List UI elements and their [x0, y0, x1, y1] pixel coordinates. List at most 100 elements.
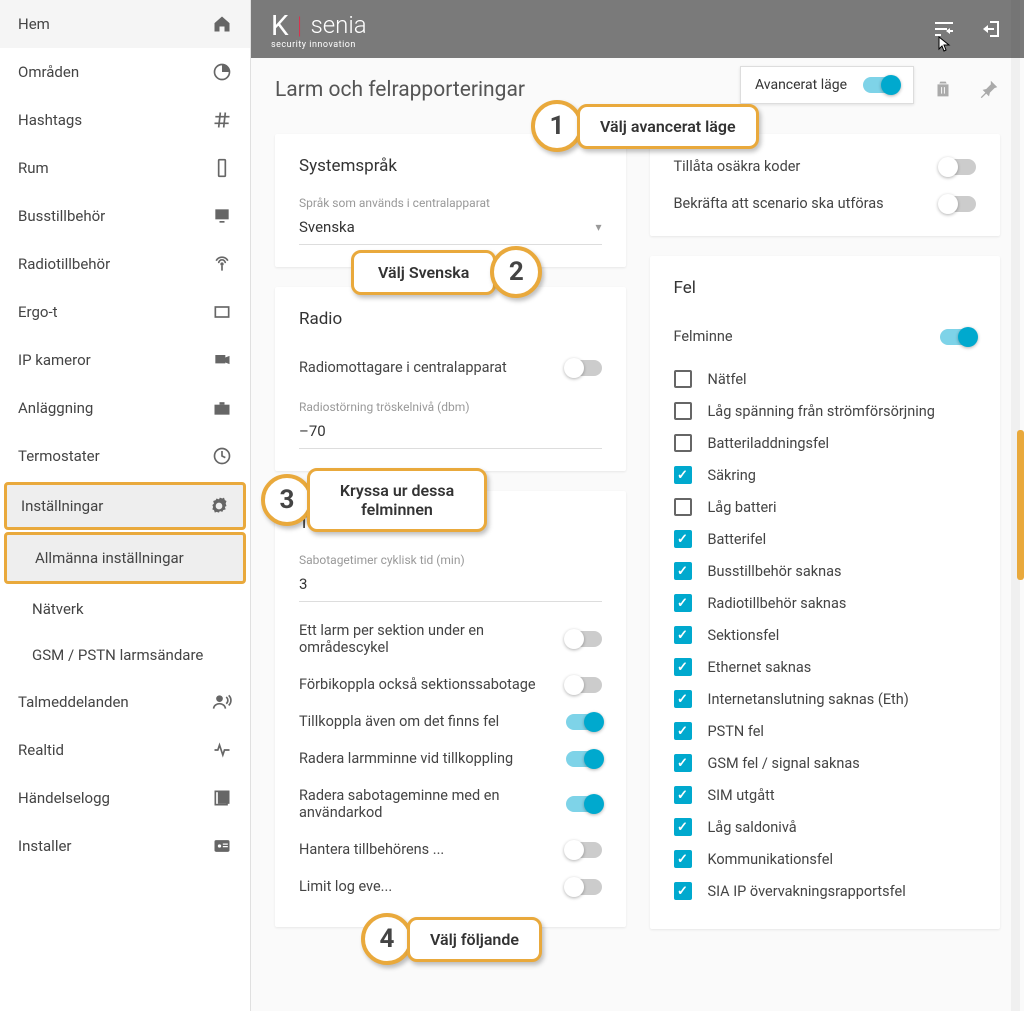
- fel-check-10[interactable]: Internetanslutning saknas (Eth): [674, 683, 977, 715]
- language-select[interactable]: Svenska ▾: [299, 214, 602, 245]
- scrollbar-thumb[interactable]: [1017, 430, 1024, 580]
- fel-check-16[interactable]: SIA IP övervakningsrapportsfel: [674, 875, 977, 907]
- arming-toggle-4[interactable]: [566, 796, 602, 812]
- cursor-icon: [938, 36, 954, 56]
- radio-noise-value[interactable]: –70: [299, 418, 602, 449]
- fel-label: Nätfel: [708, 371, 747, 388]
- fel-label: Internetanslutning saknas (Eth): [708, 691, 909, 708]
- sabotage-timer-value[interactable]: 3: [299, 571, 602, 602]
- monitor-icon: [212, 206, 232, 226]
- fel-check-6[interactable]: Busstillbehör saknas: [674, 555, 977, 587]
- checkbox-icon: [674, 498, 692, 516]
- phone-icon: [212, 158, 232, 178]
- fel-check-13[interactable]: SIM utgått: [674, 779, 977, 811]
- briefcase-icon: [212, 398, 232, 418]
- fel-check-3[interactable]: Säkring: [674, 459, 977, 491]
- fel-label: Sektionsfel: [708, 627, 780, 644]
- arming-card: Tillkoppling Sabotagetimer cyklisk tid (…: [275, 491, 626, 927]
- sidebar-item-termostater[interactable]: Termostater: [0, 432, 250, 480]
- sidebar-item-inst-llningar[interactable]: Inställningar: [4, 482, 246, 530]
- fel-check-8[interactable]: Sektionsfel: [674, 619, 977, 651]
- checkbox-icon: [674, 882, 692, 900]
- sidebar-item-talmeddelanden[interactable]: Talmeddelanden: [0, 678, 250, 726]
- arming-toggle-2[interactable]: [566, 714, 602, 730]
- fel-check-5[interactable]: Batterifel: [674, 523, 977, 555]
- sidebar-item-radiotillbeh-r[interactable]: Radiotillbehör: [0, 240, 250, 288]
- rect-icon: [212, 302, 232, 322]
- arming-row-label: Hantera tillbehörens ...: [299, 841, 554, 858]
- fel-label: Batterifel: [708, 531, 767, 548]
- checkbox-icon: [674, 370, 692, 388]
- camera-icon: [212, 350, 232, 370]
- fel-check-2[interactable]: Batteriladdningsfel: [674, 427, 977, 459]
- fel-check-1[interactable]: Låg spänning från strömförsörjning: [674, 395, 977, 427]
- fel-check-14[interactable]: Låg saldonivå: [674, 811, 977, 843]
- sidebar-item-busstillbeh-r[interactable]: Busstillbehör: [0, 192, 250, 240]
- fel-check-15[interactable]: Kommunikationsfel: [674, 843, 977, 875]
- checkbox-icon: [674, 626, 692, 644]
- speak-icon: [212, 692, 232, 712]
- felminne-toggle[interactable]: [940, 329, 976, 345]
- checkbox-icon: [674, 434, 692, 452]
- fel-check-4[interactable]: Låg batteri: [674, 491, 977, 523]
- language-card: Systemspråk Språk som används i centrala…: [275, 134, 626, 267]
- delete-icon[interactable]: [932, 78, 954, 100]
- sidebar-item-anl-ggning[interactable]: Anläggning: [0, 384, 250, 432]
- sidebar-item-n-tverk[interactable]: Nätverk: [0, 586, 250, 632]
- home-icon: [212, 14, 232, 34]
- log-icon: [212, 788, 232, 808]
- radio-receiver-toggle[interactable]: [566, 360, 602, 376]
- arming-toggle-5[interactable]: [566, 842, 602, 858]
- sidebar-item-ip-kameror[interactable]: IP kameror: [0, 336, 250, 384]
- sidebar-item-hem[interactable]: Hem: [0, 0, 250, 48]
- fel-label: Radiotillbehör saknas: [708, 595, 847, 612]
- fel-card: Fel Felminne NätfelLåg spänning från str…: [650, 256, 1001, 929]
- security-row-label: Bekräfta att scenario ska utföras: [674, 195, 929, 212]
- sidebar-item-omr-den[interactable]: Områden: [0, 48, 250, 96]
- arming-row-label: Tillkoppla även om det finns fel: [299, 713, 554, 730]
- arming-toggle-0[interactable]: [566, 631, 602, 647]
- sabotage-timer-label: Sabotagetimer cyklisk tid (min): [299, 553, 602, 567]
- fel-check-11[interactable]: PSTN fel: [674, 715, 977, 747]
- radio-icon: [212, 254, 232, 274]
- sidebar-item-rum[interactable]: Rum: [0, 144, 250, 192]
- arming-toggle-6[interactable]: [566, 879, 602, 895]
- sidebar-item-installer[interactable]: Installer: [0, 822, 250, 870]
- arming-toggle-1[interactable]: [566, 677, 602, 693]
- logout-icon[interactable]: [980, 17, 1004, 41]
- fel-label: Batteriladdningsfel: [708, 435, 830, 452]
- logo: K ｜ senia security innovation: [271, 9, 367, 50]
- fel-label: Låg batteri: [708, 499, 777, 516]
- fel-label: Låg saldonivå: [708, 819, 797, 836]
- security-toggle-0[interactable]: [940, 159, 976, 175]
- sidebar-item-ergo-t[interactable]: Ergo-t: [0, 288, 250, 336]
- arming-toggle-3[interactable]: [566, 751, 602, 767]
- arming-row-label: Radera larmminne vid tillkoppling: [299, 750, 554, 767]
- fel-label: Ethernet saknas: [708, 659, 812, 676]
- arming-row-label: Ett larm per sektion under en områdescyk…: [299, 622, 554, 656]
- advanced-mode-toggle[interactable]: [863, 77, 899, 93]
- sidebar-item-hashtags[interactable]: Hashtags: [0, 96, 250, 144]
- fel-check-7[interactable]: Radiotillbehör saknas: [674, 587, 977, 619]
- pin-icon[interactable]: [978, 78, 1000, 100]
- arming-row-label: Limit log eve...: [299, 878, 554, 895]
- sidebar-item-allm-nna-inst-llningar[interactable]: Allmänna inställningar: [4, 532, 246, 584]
- fel-label: Kommunikationsfel: [708, 851, 834, 868]
- security-toggle-1[interactable]: [940, 196, 976, 212]
- checkbox-icon: [674, 818, 692, 836]
- arming-row-label: Förbikoppla också sektionssabotage: [299, 676, 554, 693]
- fel-label: PSTN fel: [708, 723, 764, 740]
- fel-check-9[interactable]: Ethernet saknas: [674, 651, 977, 683]
- sidebar-item-gsm-pstn-larms-ndare[interactable]: GSM / PSTN larmsändare: [0, 632, 250, 678]
- sidebar-item-h-ndelselogg[interactable]: Händelselogg: [0, 774, 250, 822]
- fel-check-12[interactable]: GSM fel / signal saknas: [674, 747, 977, 779]
- checkbox-icon: [674, 466, 692, 484]
- badge-icon: [212, 836, 232, 856]
- fel-check-0[interactable]: Nätfel: [674, 363, 977, 395]
- security-row-label: Tillåta osäkra koder: [674, 158, 929, 175]
- fel-label: Säkring: [708, 467, 756, 484]
- checkbox-icon: [674, 850, 692, 868]
- sidebar-item-realtid[interactable]: Realtid: [0, 726, 250, 774]
- sidebar: HemOmrådenHashtagsRumBusstillbehörRadiot…: [0, 0, 251, 1011]
- pie-icon: [212, 62, 232, 82]
